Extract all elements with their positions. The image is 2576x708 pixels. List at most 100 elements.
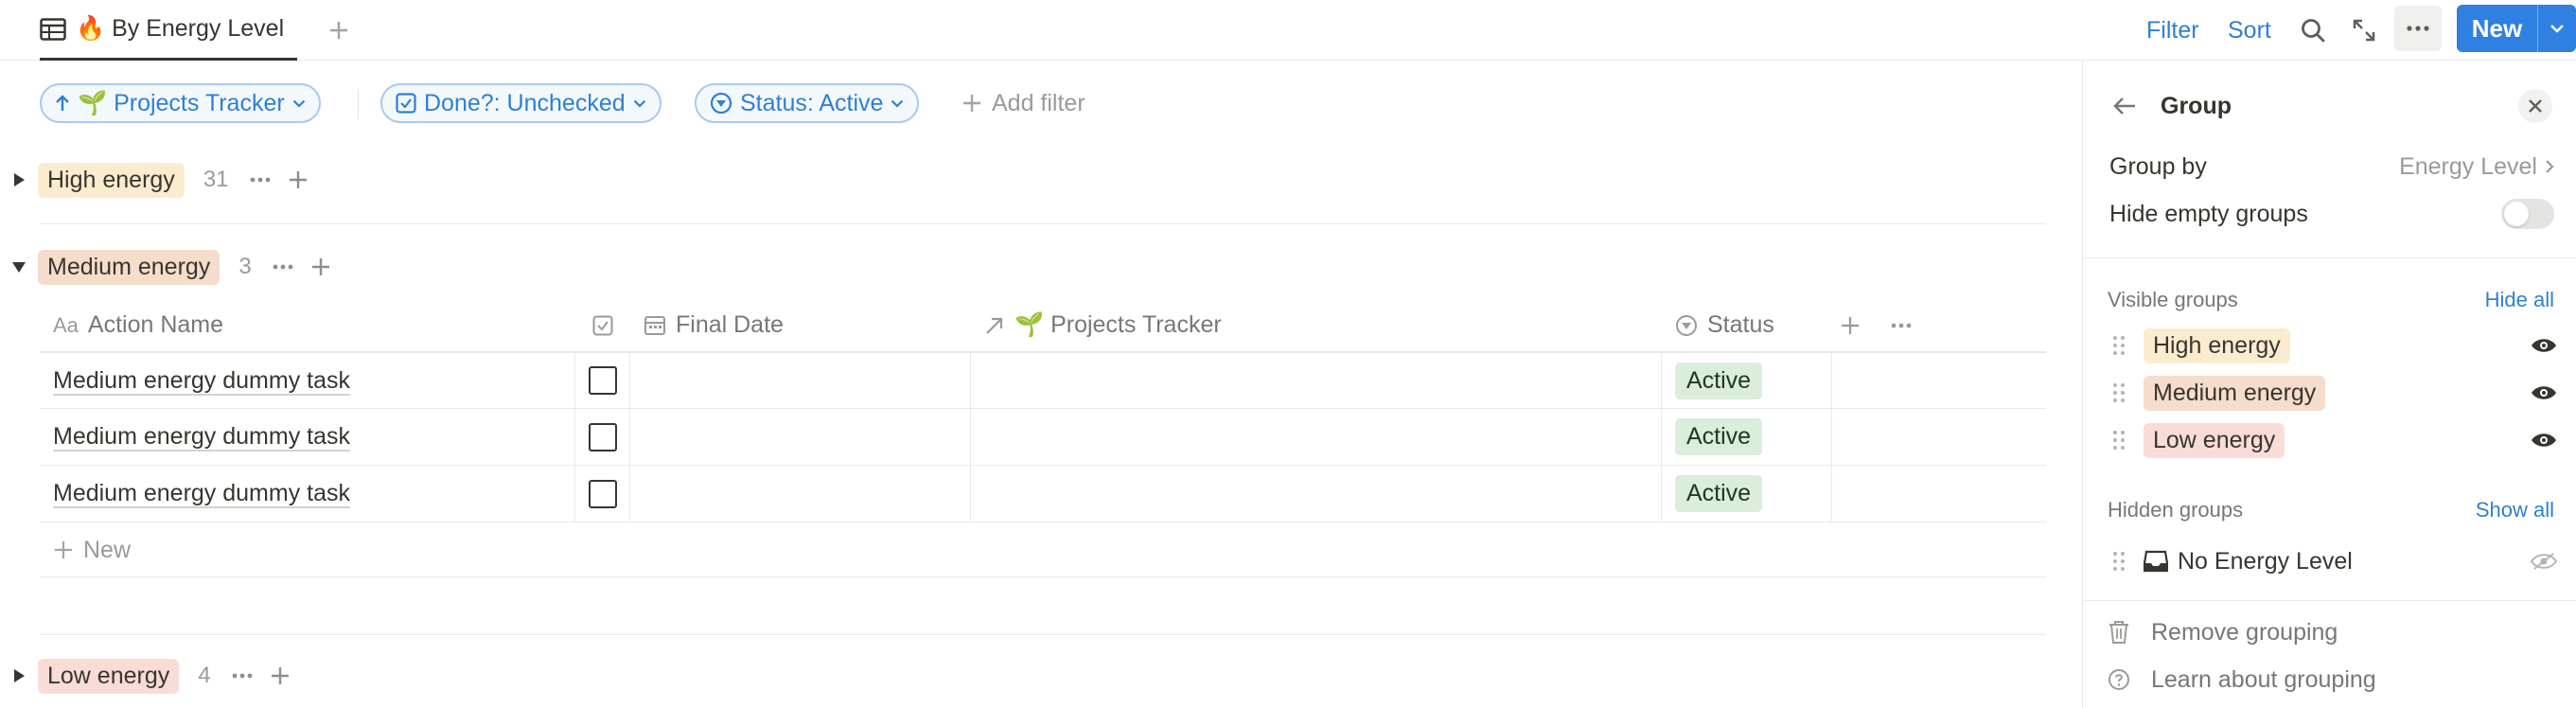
group-header-medium: Medium energy 3 — [0, 246, 335, 288]
column-header-final-date[interactable]: Final Date — [630, 299, 971, 351]
table-row[interactable]: Medium energy dummy task Active — [40, 466, 2046, 522]
drag-handle-icon[interactable] — [2108, 426, 2130, 454]
search-icon[interactable] — [2294, 11, 2332, 49]
divider — [2083, 600, 2576, 601]
empty-cell — [1832, 409, 2046, 465]
sort-chip[interactable]: 🌱 Projects Tracker — [40, 83, 321, 123]
hide-empty-toggle[interactable] — [2501, 199, 2554, 229]
chevron-down-icon[interactable] — [2538, 5, 2576, 52]
status-filter-chip[interactable]: Status: Active — [695, 83, 920, 123]
add-item-icon[interactable] — [266, 662, 294, 690]
new-button-label[interactable]: New — [2457, 5, 2538, 52]
drag-handle-icon[interactable] — [2108, 547, 2130, 575]
done-checkbox[interactable] — [588, 479, 617, 508]
triangle-right-icon[interactable] — [0, 159, 38, 201]
new-row[interactable]: New — [53, 522, 131, 577]
status-icon — [710, 92, 732, 115]
expand-icon[interactable] — [2345, 11, 2383, 49]
status-badge[interactable]: Active — [1675, 418, 1763, 455]
view-tab[interactable]: 🔥 By Energy Level — [40, 0, 298, 61]
group-header-high: High energy 31 — [0, 159, 312, 201]
visible-group-item[interactable]: Low energy — [2108, 418, 2558, 462]
final-date-cell[interactable] — [630, 466, 971, 522]
filter-button[interactable]: Filter — [2146, 11, 2199, 49]
more-options-icon[interactable] — [228, 662, 256, 690]
empty-cell — [1832, 353, 2046, 408]
plus-icon — [962, 93, 982, 114]
eye-icon[interactable] — [2530, 379, 2558, 407]
more-options-icon[interactable] — [1887, 311, 1915, 340]
more-options-icon[interactable] — [269, 253, 297, 281]
done-checkbox[interactable] — [588, 422, 617, 451]
visible-group-item[interactable]: High energy — [2108, 324, 2558, 367]
visible-group-item[interactable]: Medium energy — [2108, 371, 2558, 415]
plus-icon — [53, 540, 74, 560]
eye-off-icon[interactable] — [2530, 547, 2558, 575]
done-filter-chip[interactable]: Done?: Unchecked — [380, 83, 662, 123]
group-pill-medium: Medium energy — [2144, 375, 2326, 411]
final-date-cell[interactable] — [630, 409, 971, 465]
group-by-row[interactable]: Group by Energy Level — [2109, 146, 2554, 187]
status-filter-label: Status: Active — [740, 89, 884, 116]
triangle-right-icon[interactable] — [0, 655, 38, 697]
group-count-low: 4 — [198, 663, 211, 688]
new-row-button[interactable]: New — [40, 522, 2046, 577]
column-header-status[interactable]: Status — [1662, 299, 1832, 351]
text-property-icon: Aa — [53, 312, 79, 337]
hide-all-button[interactable]: Hide all — [2485, 288, 2554, 312]
eye-icon[interactable] — [2530, 426, 2558, 454]
table-row[interactable]: Medium energy dummy task Active — [40, 352, 2046, 409]
column-header-name[interactable]: Aa Action Name — [40, 299, 575, 351]
hidden-group-item[interactable]: No Energy Level — [2108, 540, 2558, 583]
drag-handle-icon[interactable] — [2108, 331, 2130, 360]
projects-cell[interactable] — [971, 466, 1662, 522]
close-icon[interactable] — [2518, 89, 2552, 123]
more-options-icon[interactable] — [2394, 6, 2442, 51]
column-header-actions — [1832, 299, 2046, 351]
add-filter-button[interactable]: Add filter — [962, 83, 1085, 123]
eye-icon[interactable] — [2530, 331, 2558, 360]
relation-arrow-icon — [984, 315, 1005, 336]
learn-grouping-label: Learn about grouping — [2151, 665, 2376, 693]
chevron-down-icon — [891, 99, 904, 108]
final-date-cell[interactable] — [630, 353, 971, 408]
column-label: Final Date — [676, 311, 784, 338]
inbox-icon — [2144, 550, 2168, 573]
drag-handle-icon[interactable] — [2108, 379, 2130, 407]
new-button[interactable]: New — [2457, 5, 2576, 52]
back-arrow-icon[interactable] — [2108, 89, 2142, 123]
projects-cell[interactable] — [971, 353, 1662, 408]
view-tab-label: 🔥 By Energy Level — [76, 15, 285, 42]
table-icon — [40, 17, 66, 41]
column-header-projects[interactable]: 🌱 Projects Tracker — [971, 299, 1662, 351]
column-header-done[interactable] — [575, 299, 630, 351]
trash-icon — [2108, 620, 2130, 645]
status-badge[interactable]: Active — [1675, 362, 1763, 399]
help-icon — [2108, 668, 2130, 691]
column-label: Status — [1707, 311, 1774, 338]
add-item-icon[interactable] — [284, 166, 312, 194]
sort-button[interactable]: Sort — [2228, 11, 2271, 49]
task-name[interactable]: Medium energy dummy task — [53, 480, 350, 507]
task-name[interactable]: Medium energy dummy task — [53, 367, 350, 395]
remove-grouping-label: Remove grouping — [2151, 618, 2338, 646]
add-view-icon[interactable] — [322, 13, 356, 47]
table-header: Aa Action Name Final Date 🌱 Projects Tra… — [40, 299, 2046, 352]
learn-grouping-link[interactable]: Learn about grouping — [2108, 659, 2376, 700]
remove-grouping-button[interactable]: Remove grouping — [2108, 611, 2338, 653]
hide-empty-label: Hide empty groups — [2109, 200, 2308, 227]
visible-groups-header: Visible groups Hide all — [2108, 288, 2554, 312]
chevron-down-icon — [633, 99, 646, 108]
more-options-icon[interactable] — [246, 166, 274, 194]
projects-cell[interactable] — [971, 409, 1662, 465]
add-item-icon[interactable] — [307, 253, 335, 281]
add-property-icon[interactable] — [1836, 311, 1864, 340]
triangle-down-icon[interactable] — [0, 246, 38, 288]
table-row[interactable]: Medium energy dummy task Active — [40, 409, 2046, 466]
status-icon — [1675, 314, 1698, 337]
show-all-button[interactable]: Show all — [2476, 498, 2554, 522]
done-checkbox[interactable] — [588, 366, 617, 395]
status-badge[interactable]: Active — [1675, 475, 1763, 512]
chevron-down-icon — [292, 99, 306, 108]
task-name[interactable]: Medium energy dummy task — [53, 423, 350, 451]
